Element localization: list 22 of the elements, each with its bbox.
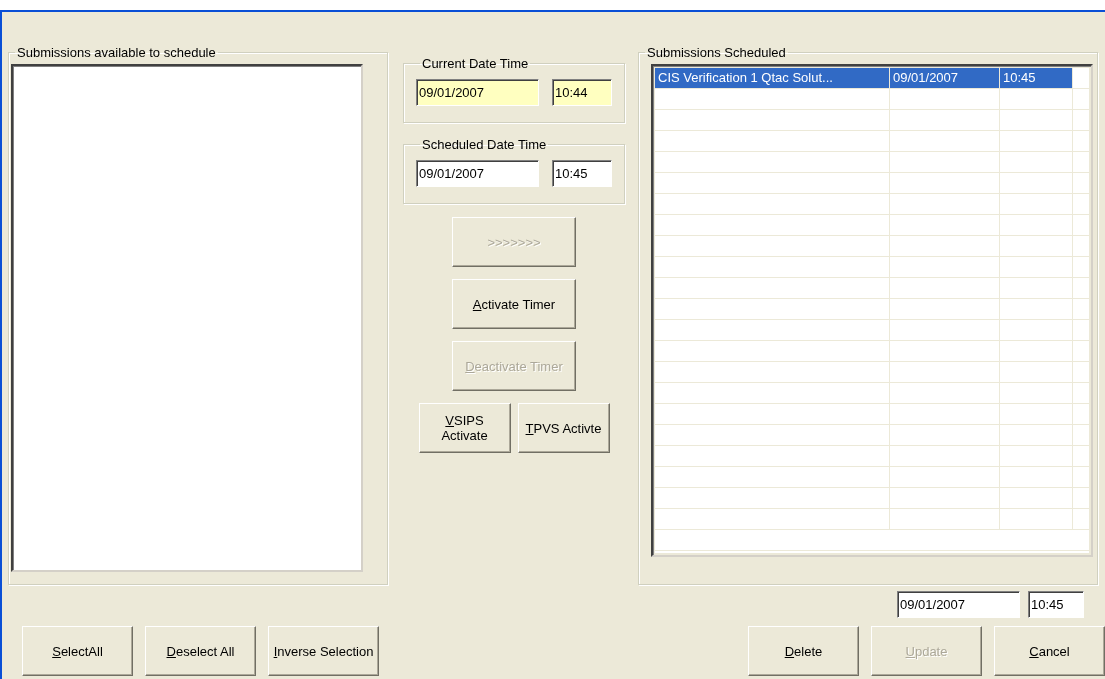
button[interactable]: TPVS Activte	[517, 403, 610, 453]
grid-cell[interactable]: CIS Verification 1 Qtac Solut...	[655, 68, 890, 89]
group-title: Scheduled Date Time	[421, 137, 548, 152]
button[interactable]: VSIPS Activate	[418, 403, 511, 453]
group-title: Current Date Time	[421, 56, 530, 71]
button[interactable]: Activate Timer	[452, 279, 576, 329]
button[interactable]: Deselect All	[145, 626, 256, 676]
group-title: Submissions available to schedule	[16, 45, 217, 60]
grid-cell[interactable]: 09/01/2007	[890, 68, 1000, 89]
time-field[interactable]: 10:45	[552, 160, 612, 187]
time-field[interactable]: 10:45	[1028, 591, 1084, 618]
button[interactable]: Inverse Selection	[268, 626, 379, 676]
button[interactable]: Delete	[748, 626, 859, 676]
date-field[interactable]: 09/01/2007	[416, 79, 539, 106]
button[interactable]: Cancel	[994, 626, 1105, 676]
date-field[interactable]: 09/01/2007	[897, 591, 1020, 618]
date-field[interactable]: 09/01/2007	[416, 160, 539, 187]
button[interactable]: SelectAll	[22, 626, 133, 676]
grid-cell[interactable]: 10:45	[1000, 68, 1073, 89]
scheduled-grid[interactable]: CIS Verification 1 Qtac Solut... 09/01/2007 10:45	[651, 64, 1093, 557]
time-field[interactable]: 10:44	[552, 79, 612, 106]
group-title: Submissions Scheduled	[646, 45, 787, 60]
